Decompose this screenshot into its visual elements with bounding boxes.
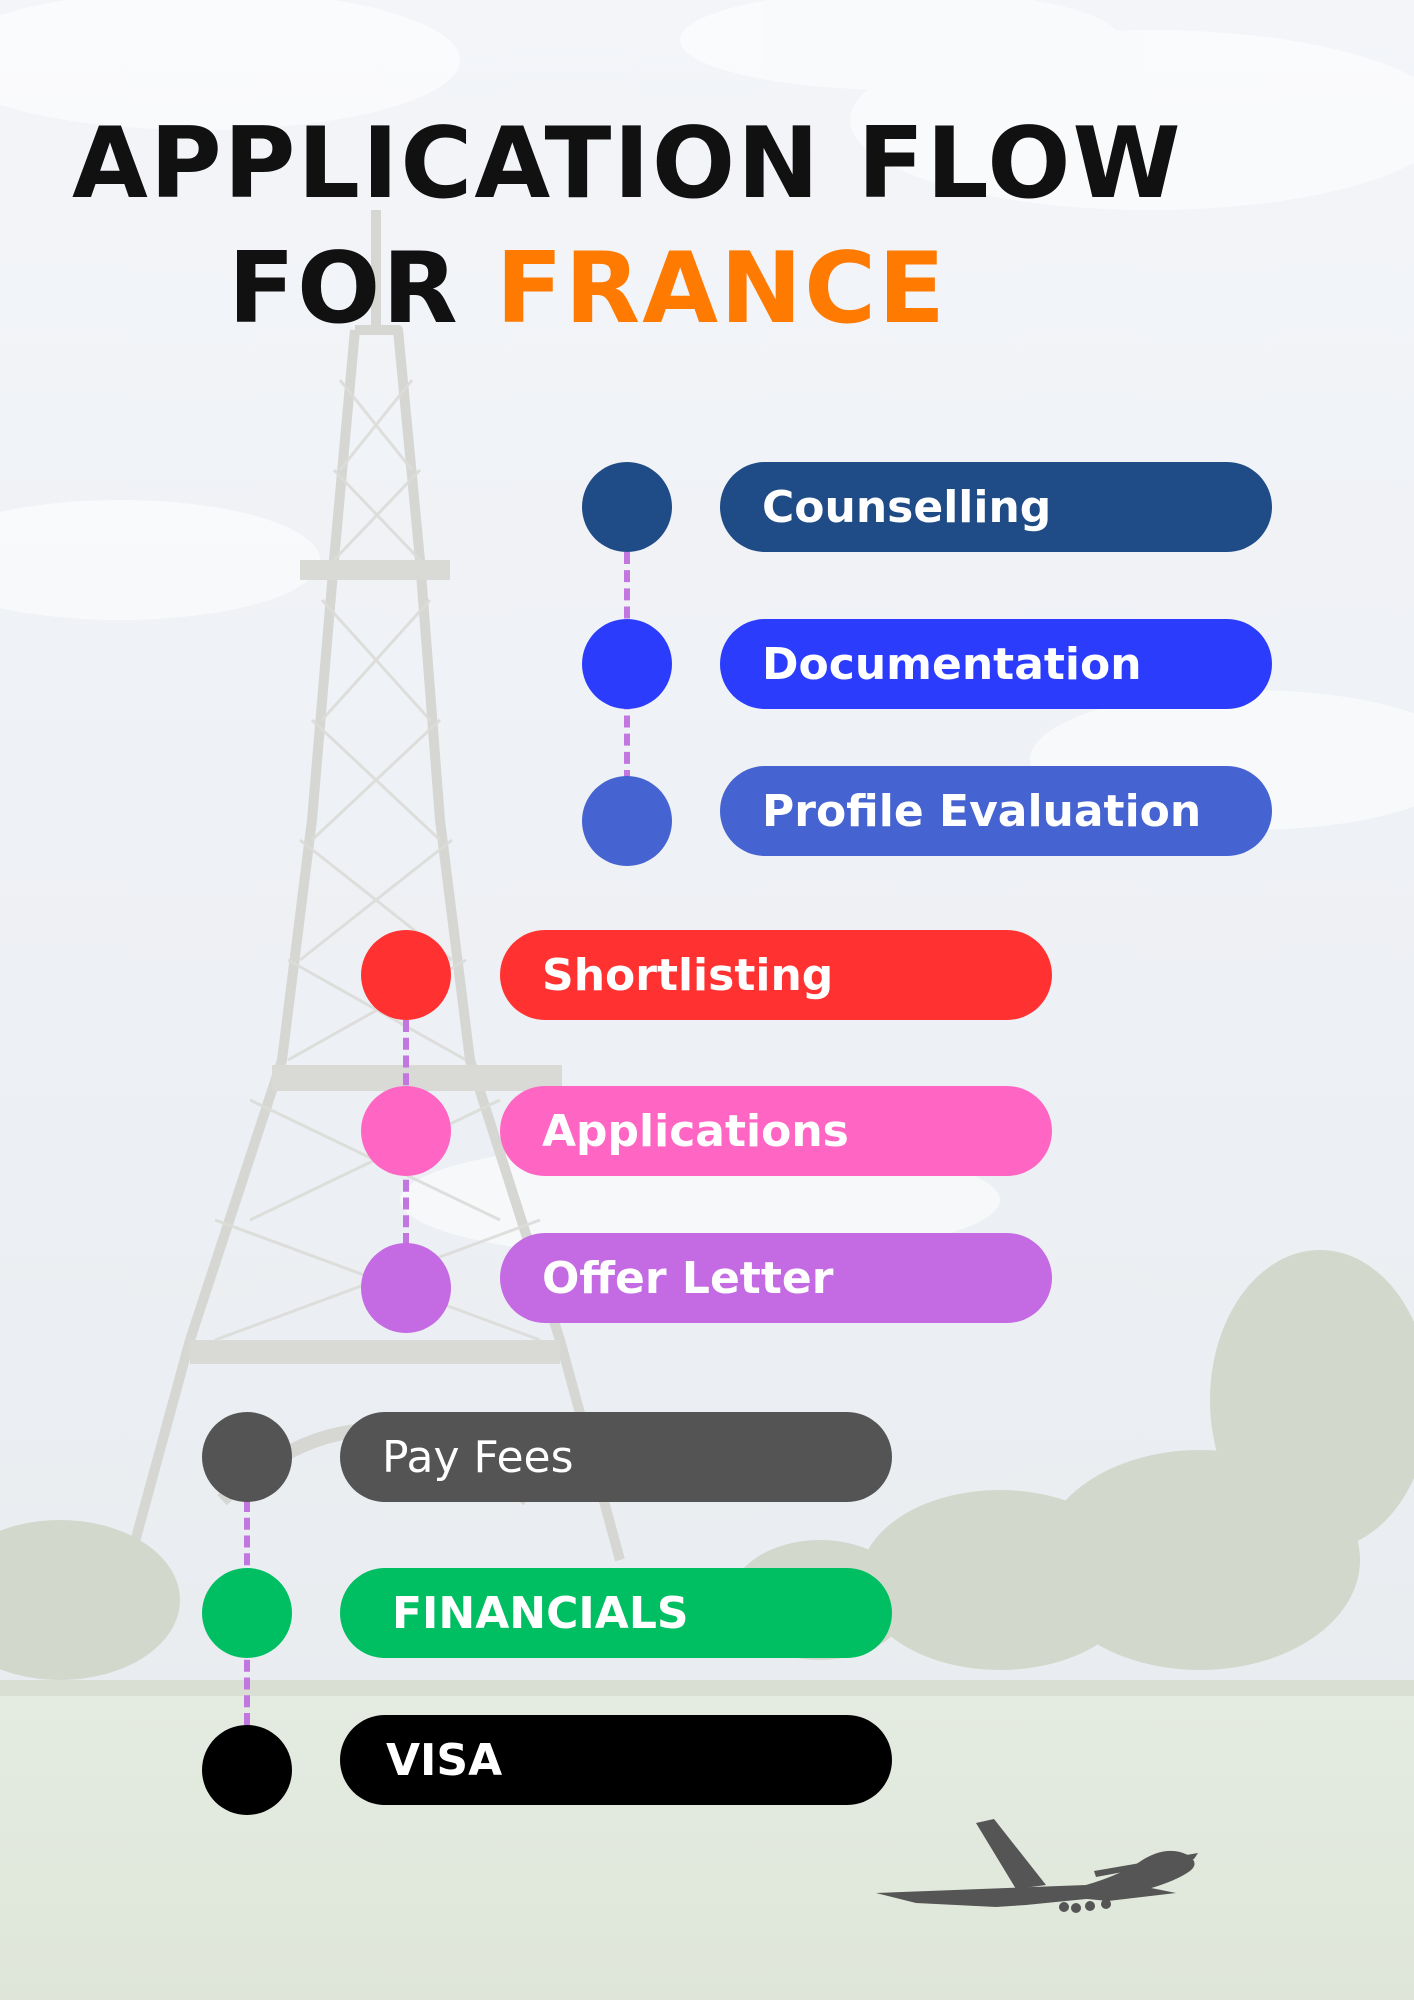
step-marker	[582, 776, 672, 866]
title-prefix: FOR	[228, 232, 460, 346]
step-label: Counselling	[762, 481, 1052, 533]
step-pill-documentation[interactable]: Documentation	[720, 619, 1272, 709]
step-pill-visa[interactable]: VISA	[340, 1715, 892, 1805]
step-label: Documentation	[762, 638, 1142, 690]
step-marker	[202, 1412, 292, 1502]
page-title-line2: FOR FRANCE	[228, 240, 947, 338]
step-marker	[361, 1086, 451, 1176]
step-label: Shortlisting	[542, 949, 834, 1001]
step-label: Pay Fees	[382, 1431, 574, 1483]
step-pill-profile-evaluation[interactable]: Profile Evaluation	[720, 766, 1272, 856]
step-label: Applications	[542, 1105, 849, 1157]
step-label: Profile Evaluation	[762, 785, 1202, 837]
step-label: VISA	[386, 1734, 503, 1786]
step-marker	[582, 462, 672, 552]
step-pill-shortlisting[interactable]: Shortlisting	[500, 930, 1052, 1020]
step-pill-financials[interactable]: FINANCIALS	[340, 1568, 892, 1658]
step-marker	[361, 930, 451, 1020]
step-label: Offer Letter	[542, 1252, 834, 1304]
step-pill-offer-letter[interactable]: Offer Letter	[500, 1233, 1052, 1323]
title-accent-country: FRANCE	[495, 232, 947, 346]
airplane-icon	[876, 1815, 1206, 1919]
step-marker	[202, 1725, 292, 1815]
page-title-line1: APPLICATION FLOW	[72, 107, 1183, 221]
step-marker	[582, 619, 672, 709]
step-marker	[361, 1243, 451, 1333]
step-pill-applications[interactable]: Applications	[500, 1086, 1052, 1176]
step-pill-counselling[interactable]: Counselling	[720, 462, 1272, 552]
step-marker	[202, 1568, 292, 1658]
step-label: FINANCIALS	[392, 1587, 689, 1639]
step-pill-pay-fees[interactable]: Pay Fees	[340, 1412, 892, 1502]
